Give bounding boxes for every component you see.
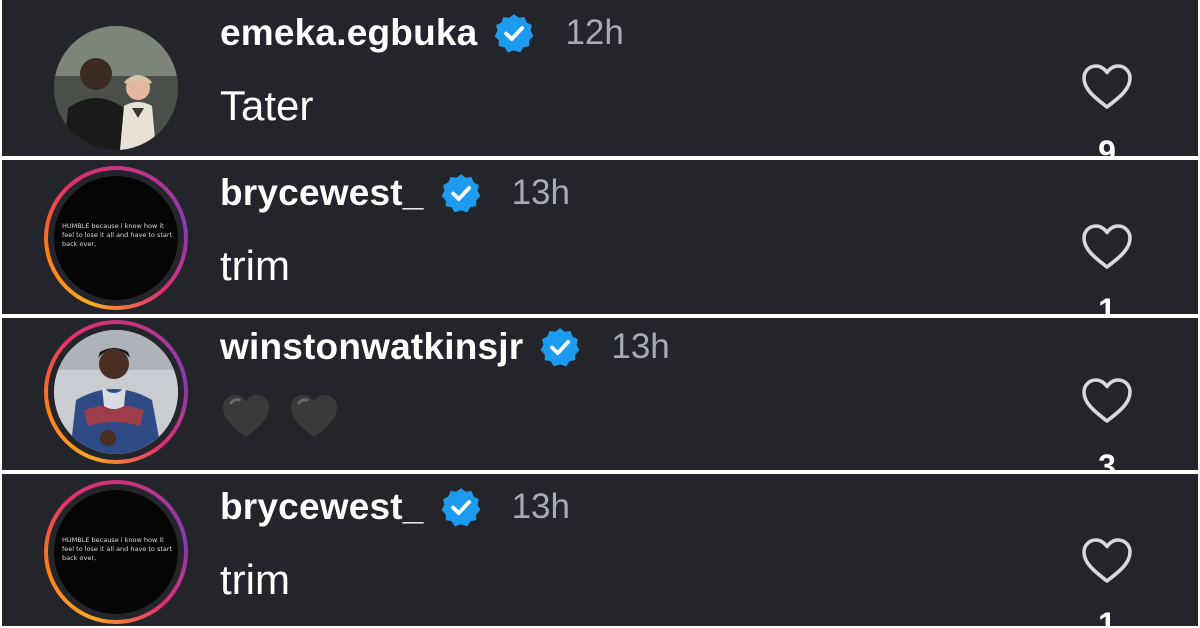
comment-header: brycewest_ 13h [220, 486, 570, 528]
comment-item: HUMBLE because i know how it feel to los… [2, 474, 1198, 626]
heart-outline-icon[interactable] [1080, 222, 1134, 272]
avatar-photo: HUMBLE because i know how it feel to los… [54, 490, 178, 614]
comment-header: brycewest_ 13h [220, 172, 570, 214]
like-count[interactable]: 3 [1080, 448, 1134, 470]
timestamp: 13h [611, 327, 670, 366]
black-heart-emoji-icon [290, 395, 337, 437]
verified-badge-icon [441, 488, 481, 527]
avatar-photo [54, 330, 178, 454]
like-count[interactable]: 1 [1080, 292, 1134, 314]
heart-outline-icon[interactable] [1080, 536, 1134, 586]
avatar[interactable]: HUMBLE because i know how it feel to los… [44, 480, 188, 624]
username[interactable]: brycewest_ [220, 486, 424, 528]
avatar-photo-illustration [54, 26, 178, 150]
avatar-photo [54, 26, 178, 150]
avatar-photo: HUMBLE because i know how it feel to los… [54, 176, 178, 300]
avatar[interactable] [44, 320, 188, 464]
avatar-photo-illustration [54, 330, 178, 454]
username[interactable]: emeka.egbuka [220, 12, 477, 54]
heart-outline-icon[interactable] [1080, 62, 1134, 112]
comment-text: trim [220, 242, 290, 289]
timestamp: 12h [565, 13, 624, 52]
avatar[interactable]: HUMBLE because i know how it feel to los… [44, 166, 188, 310]
comment-header: emeka.egbuka 12h [220, 12, 624, 54]
avatar-quote-text: HUMBLE because i know how it feel to los… [62, 222, 173, 248]
comment-text: 🖤🖤 [220, 392, 344, 450]
username[interactable]: winstonwatkinsjr [220, 326, 523, 368]
timestamp: 13h [511, 487, 570, 526]
comment-item: winstonwatkinsjr 13h 🖤🖤 3 [2, 318, 1198, 470]
black-heart-emoji-icon [223, 395, 269, 437]
verified-badge-icon [441, 174, 481, 213]
timestamp: 13h [511, 173, 570, 212]
comment-item: emeka.egbuka 12h Tater 9 [2, 0, 1198, 156]
verified-badge-icon [495, 14, 534, 53]
like-count[interactable]: 9 [1080, 134, 1134, 156]
heart-outline-icon[interactable] [1080, 376, 1134, 426]
like-count[interactable]: 1 [1080, 606, 1134, 626]
avatar-quote-text: HUMBLE because i know how it feel to los… [62, 536, 173, 562]
comment-text: trim [220, 556, 290, 603]
comment-item: HUMBLE because i know how it feel to los… [2, 160, 1198, 314]
avatar[interactable] [44, 16, 188, 156]
comment-text: Tater [220, 82, 314, 129]
verified-badge-icon [540, 328, 580, 367]
comment-list: emeka.egbuka 12h Tater 9 HUMBLE because … [0, 0, 1200, 628]
username[interactable]: brycewest_ [220, 172, 424, 214]
comment-header: winstonwatkinsjr 13h [220, 326, 670, 368]
